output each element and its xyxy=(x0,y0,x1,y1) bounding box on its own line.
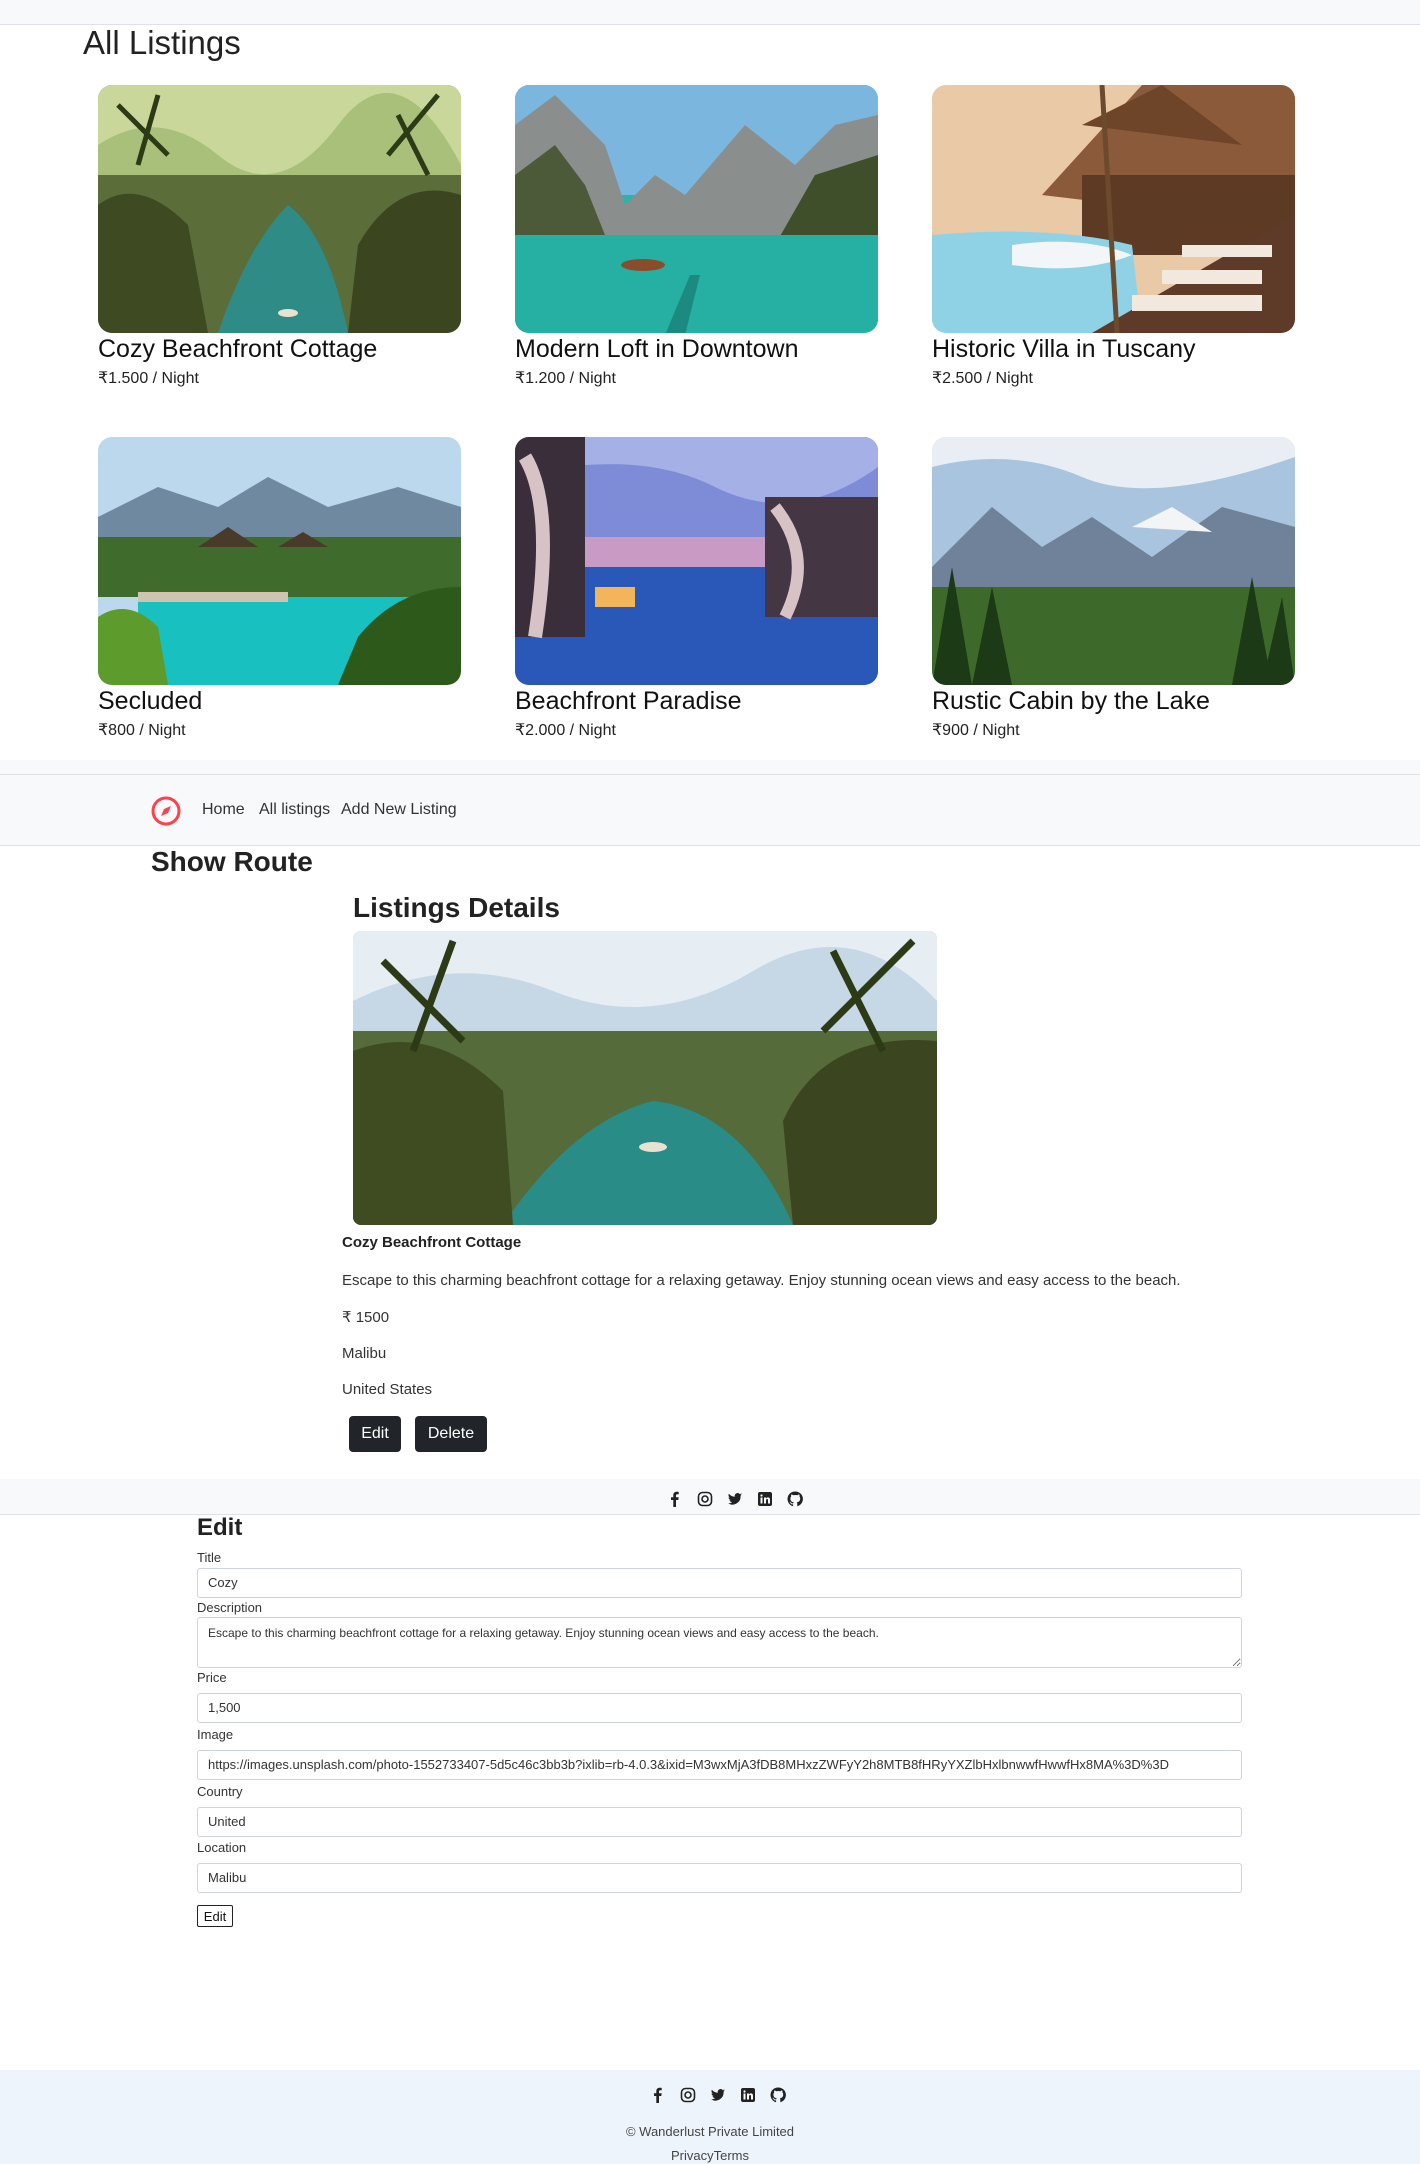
title-label: Title xyxy=(197,1550,222,1565)
listing-card[interactable]: Beachfront Paradise ₹2.000 / Night xyxy=(515,437,878,741)
listing-price: ₹2.500 / Night xyxy=(932,370,1033,387)
listing-price: ₹ 1500 xyxy=(342,1309,390,1326)
listing-detail-image xyxy=(353,931,937,1225)
listing-card[interactable]: Historic Villa in Tuscany ₹2.500 / Night xyxy=(932,85,1295,389)
navbar: Home All listings Add New Listing xyxy=(0,774,1420,846)
edit-button[interactable]: Edit xyxy=(349,1416,401,1452)
price-input[interactable]: 1,500 xyxy=(197,1693,1242,1723)
listing-image[interactable] xyxy=(98,437,461,685)
facebook-icon[interactable] xyxy=(665,1489,685,1509)
nav-link-all-listings[interactable]: All listings xyxy=(259,801,330,819)
social-links xyxy=(665,1489,805,1509)
listing-title[interactable]: Cozy Beachfront Cottage xyxy=(98,333,461,365)
listing-card[interactable]: Modern Loft in Downtown ₹1.200 / Night xyxy=(515,85,878,389)
price-label: Price xyxy=(197,1670,227,1685)
nav-link-add-listing[interactable]: Add New Listing xyxy=(341,801,457,819)
listing-image[interactable] xyxy=(932,85,1295,333)
listing-location: Malibu xyxy=(342,1345,387,1362)
image-url-input[interactable]: https://images.unsplash.com/photo-155273… xyxy=(197,1750,1242,1780)
social-links xyxy=(648,2085,788,2105)
page-title: All Listings xyxy=(83,24,241,61)
top-navbar-edge xyxy=(0,0,1420,25)
listing-price: ₹2.000 / Night xyxy=(515,722,616,739)
listing-card[interactable]: Rustic Cabin by the Lake ₹900 / Night xyxy=(932,437,1295,741)
section-divider xyxy=(0,760,1420,774)
twitter-icon[interactable] xyxy=(708,2085,728,2105)
listing-image[interactable] xyxy=(515,85,878,333)
listing-price: ₹900 / Night xyxy=(932,722,1020,739)
location-input[interactable]: Malibu xyxy=(197,1863,1242,1893)
twitter-icon[interactable] xyxy=(725,1489,745,1509)
edit-submit-button[interactable]: Edit xyxy=(197,1905,233,1927)
instagram-icon[interactable] xyxy=(678,2085,698,2105)
footer-partial xyxy=(0,1479,1420,1515)
nav-link-home[interactable]: Home xyxy=(202,801,245,819)
listing-price: ₹1.200 / Night xyxy=(515,370,616,387)
listing-name: Cozy Beachfront Cottage xyxy=(342,1234,522,1251)
edit-heading: Edit xyxy=(197,1514,243,1541)
copyright-text: © Wanderlust Private Limited xyxy=(625,2124,795,2139)
listing-title[interactable]: Beachfront Paradise xyxy=(515,685,878,717)
image-label: Image xyxy=(197,1727,234,1742)
listing-image[interactable] xyxy=(515,437,878,685)
listing-title[interactable]: Historic Villa in Tuscany xyxy=(932,333,1295,365)
privacy-link[interactable]: Privacy xyxy=(671,2148,714,2163)
listing-title[interactable]: Modern Loft in Downtown xyxy=(515,333,878,365)
description-textarea[interactable] xyxy=(197,1617,1242,1668)
title-input[interactable]: Cozy xyxy=(197,1568,1242,1598)
delete-button[interactable]: Delete xyxy=(415,1416,487,1452)
github-icon[interactable] xyxy=(785,1489,805,1509)
linkedin-icon[interactable] xyxy=(755,1489,775,1509)
country-input[interactable]: United xyxy=(197,1807,1242,1837)
details-title: Listings Details xyxy=(353,892,560,923)
description-label: Description xyxy=(197,1600,263,1615)
listing-country: United States xyxy=(342,1381,433,1398)
linkedin-icon[interactable] xyxy=(738,2085,758,2105)
github-icon[interactable] xyxy=(768,2085,788,2105)
route-heading: Show Route xyxy=(151,846,313,877)
facebook-icon[interactable] xyxy=(648,2085,668,2105)
listing-price: ₹800 / Night xyxy=(98,722,186,739)
listing-image[interactable] xyxy=(98,85,461,333)
footer: © Wanderlust Private Limited PrivacyTerm… xyxy=(0,2070,1420,2164)
listing-title[interactable]: Secluded xyxy=(98,685,461,717)
terms-link[interactable]: Terms xyxy=(714,2148,749,2163)
listing-price: ₹1.500 / Night xyxy=(98,370,199,387)
footer-links: PrivacyTerms xyxy=(0,2148,1420,2163)
compass-icon[interactable] xyxy=(150,795,182,827)
instagram-icon[interactable] xyxy=(695,1489,715,1509)
listing-description: Escape to this charming beachfront cotta… xyxy=(342,1272,1181,1289)
listing-card[interactable]: Cozy Beachfront Cottage ₹1.500 / Night xyxy=(98,85,461,389)
location-label: Location xyxy=(197,1840,247,1855)
listing-card[interactable]: Secluded ₹800 / Night xyxy=(98,437,461,741)
listing-image[interactable] xyxy=(932,437,1295,685)
listing-title[interactable]: Rustic Cabin by the Lake xyxy=(932,685,1295,717)
country-label: Country xyxy=(197,1784,243,1799)
